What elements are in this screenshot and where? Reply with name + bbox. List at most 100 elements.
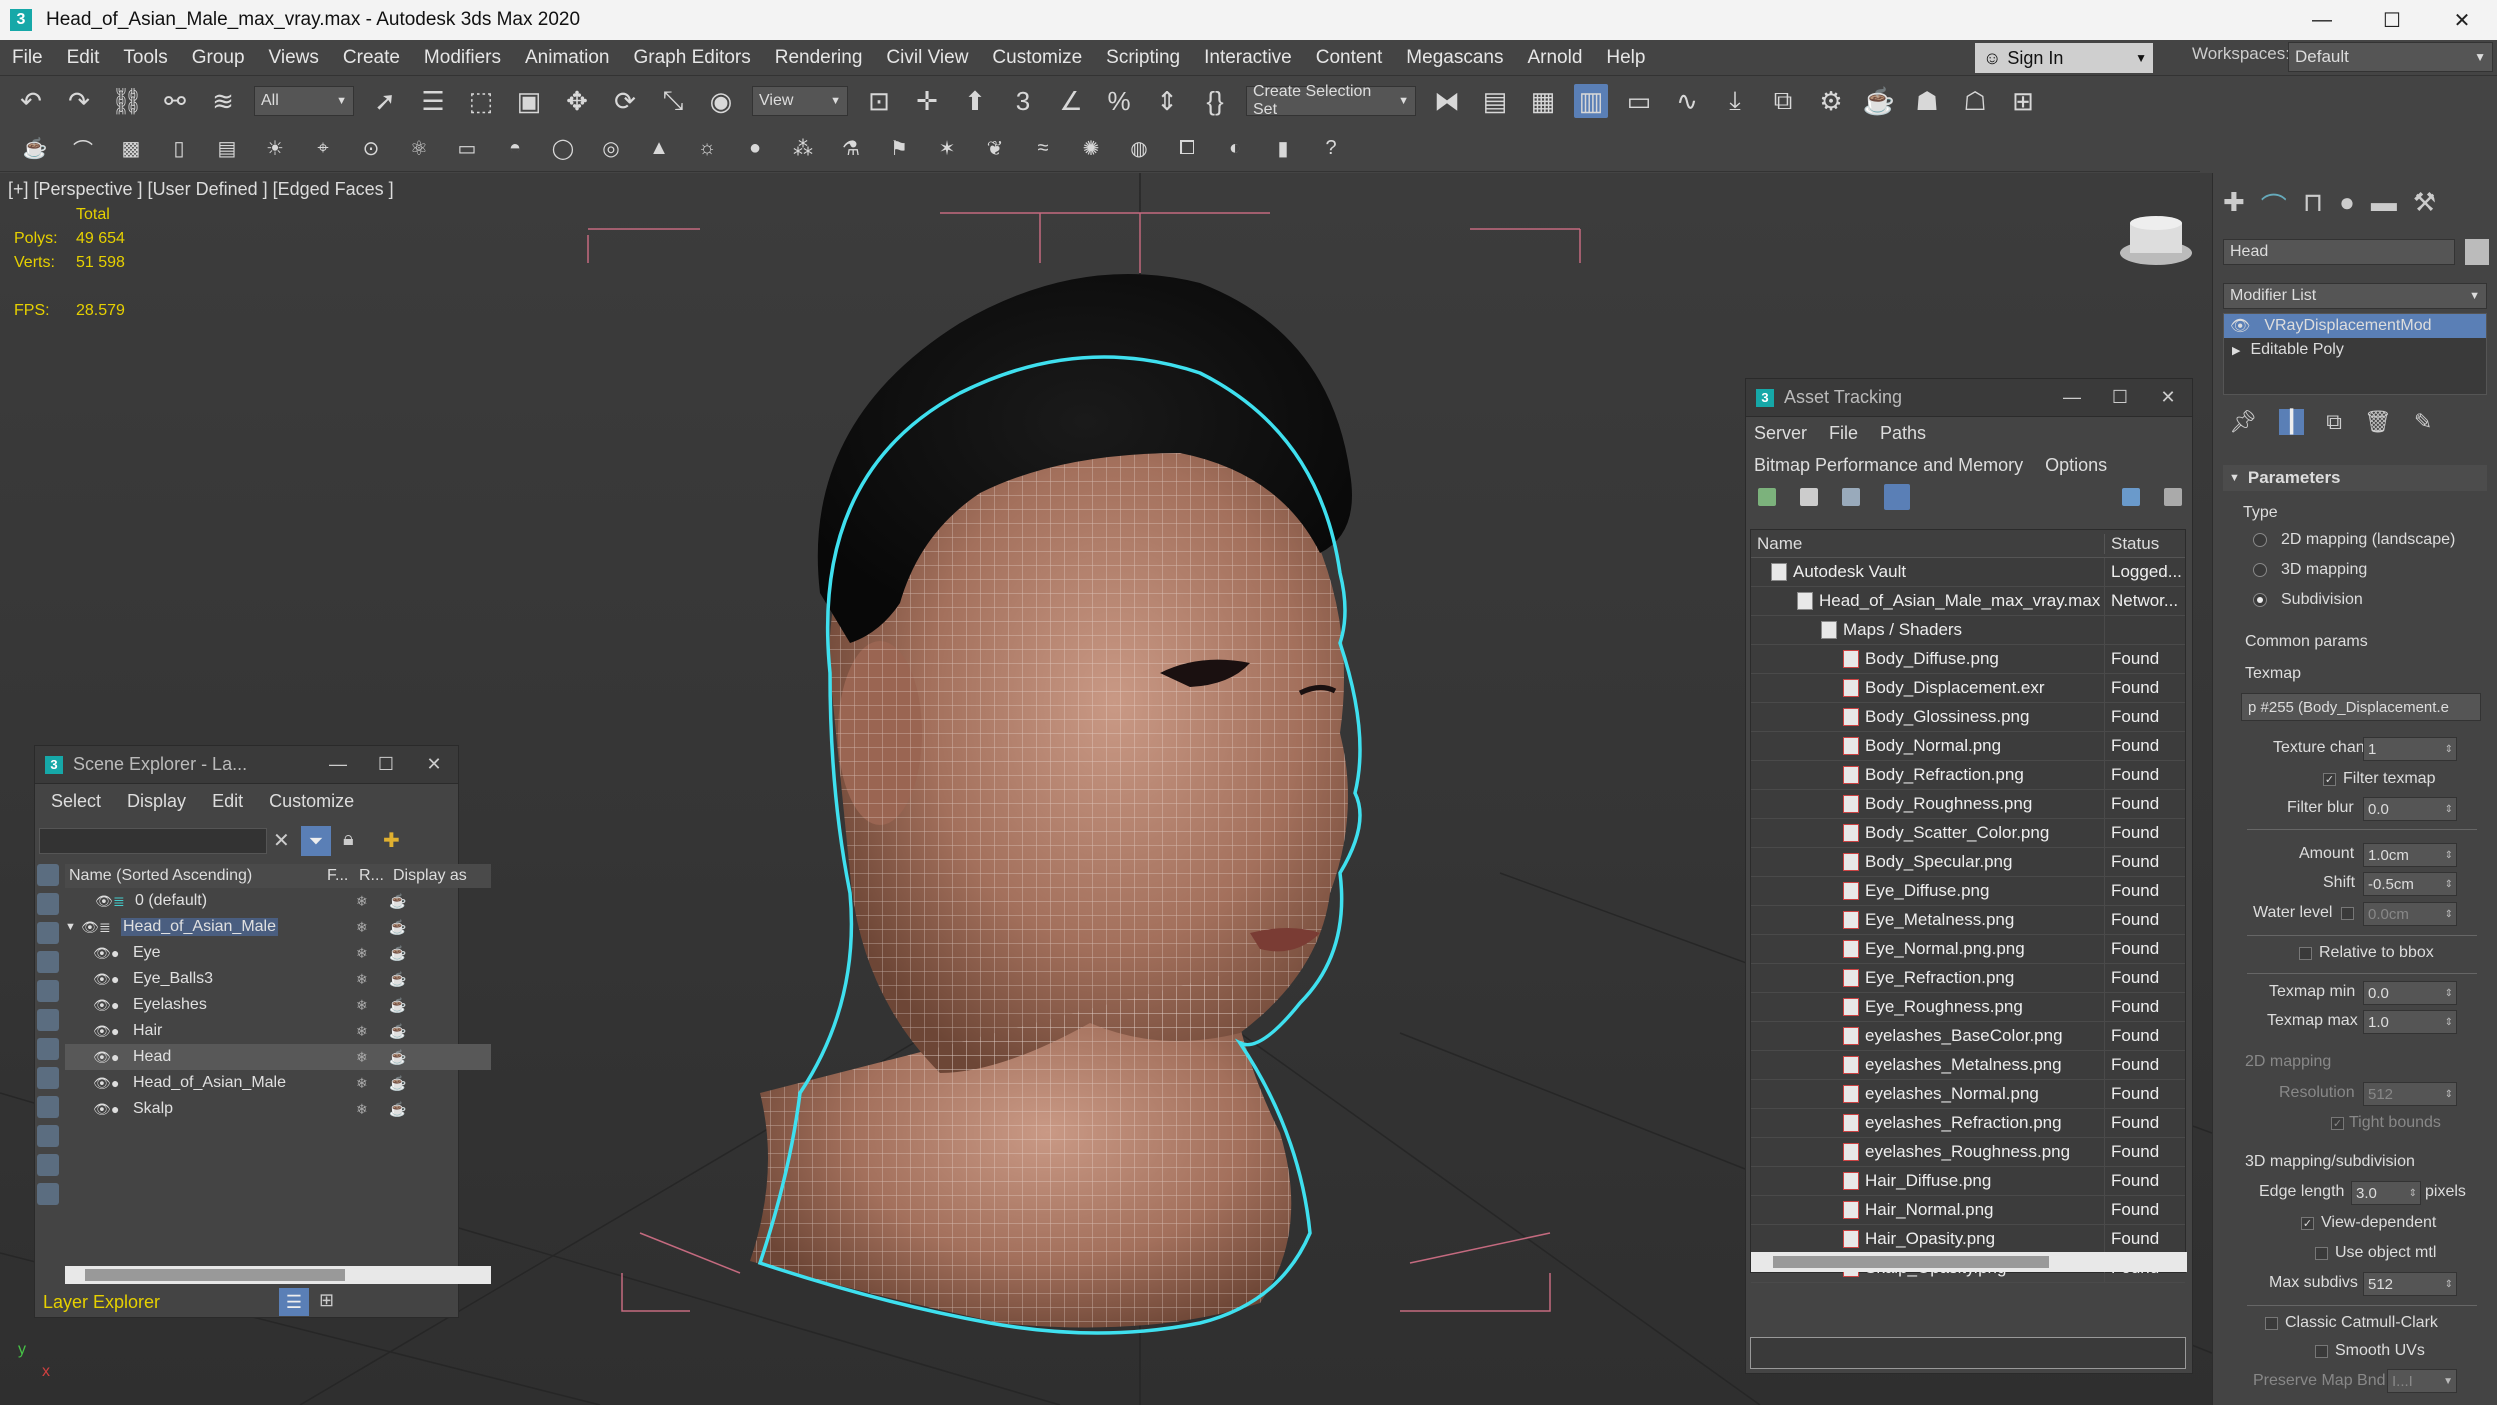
add-layer-icon[interactable]: ✚ <box>383 828 400 853</box>
asset-row[interactable]: Body_Glossiness.png Found <box>1751 702 2185 732</box>
se-menu-display[interactable]: Display <box>127 791 186 812</box>
spinner-snap-icon[interactable]: ⇕ <box>1150 84 1184 118</box>
teapot-icon[interactable]: ☕ <box>22 136 48 162</box>
scale-icon[interactable]: ⤡ <box>656 84 690 118</box>
texmap-max-spinner[interactable]: 1.0 ⇕ <box>2363 1010 2457 1034</box>
make-unique-icon[interactable]: ⧉ <box>2326 409 2342 435</box>
light-icon[interactable]: ☀ <box>262 136 288 162</box>
close-button[interactable]: ✕ <box>410 754 458 775</box>
freeze-icon[interactable]: ❄ <box>356 1075 368 1092</box>
asset-row[interactable]: eyelashes_BaseColor.png Found <box>1751 1021 2185 1051</box>
refresh-icon[interactable] <box>1758 488 1776 506</box>
minimize-button[interactable]: — <box>2048 387 2096 408</box>
menu-customize[interactable]: Customize <box>980 47 1094 69</box>
toggle-icon[interactable]: ◐ <box>1222 136 1248 162</box>
object-name-input[interactable]: Head <box>2223 239 2455 265</box>
undo-icon[interactable]: ↶ <box>14 84 48 118</box>
col-name-header[interactable]: Name <box>1751 533 2105 554</box>
visibility-eye-icon[interactable]: 👁︎ <box>93 1101 111 1118</box>
visibility-eye-icon[interactable]: 👁︎ <box>93 997 111 1014</box>
display-containers-icon[interactable] <box>37 1125 59 1147</box>
modify-tab-icon[interactable]: ⌒ <box>2261 187 2287 224</box>
texture-chan-spinner[interactable]: 1 ⇕ <box>2363 737 2457 761</box>
tree-row[interactable]: 👁︎ ● Eye_Balls3 ❄ ☕ <box>65 966 491 992</box>
tree-row[interactable]: 👁︎ ● Hair ❄ ☕ <box>65 1018 491 1044</box>
render-production-icon[interactable]: ☖ <box>1958 84 1992 118</box>
tree-row[interactable]: 👁︎ ● Head ❄ ☕ <box>65 1044 491 1070</box>
visibility-eye-icon[interactable]: 👁︎ <box>81 919 99 936</box>
asset-row[interactable]: Body_Refraction.png Found <box>1751 760 2185 790</box>
batch-icon[interactable]: ▮ <box>1270 136 1296 162</box>
menu-animation[interactable]: Animation <box>513 47 622 69</box>
particles-icon[interactable]: ⁂ <box>790 136 816 162</box>
water-level-spinner[interactable]: 0.0cm ⇕ <box>2363 902 2457 926</box>
filter-texmap-checkbox[interactable]: ✓ <box>2323 773 2336 786</box>
remove-modifier-icon[interactable]: 🗑︎ <box>2364 409 2392 435</box>
schematic-view-icon[interactable]: ⧉ <box>1766 84 1800 118</box>
fur-icon[interactable]: ✺ <box>1078 136 1104 162</box>
preserve-map-dropdown[interactable]: I...I ▼ <box>2387 1369 2457 1393</box>
texmap-button[interactable]: p #255 (Body_Displacement.e <box>2241 693 2481 721</box>
menu-group[interactable]: Group <box>180 47 257 69</box>
max-subdivs-spinner[interactable]: 512 ⇕ <box>2363 1272 2457 1296</box>
render-teapot-icon[interactable]: ☕ <box>389 1075 406 1092</box>
cylinder-icon[interactable]: ▯ <box>166 136 192 162</box>
asset-row[interactable]: Body_Diffuse.png Found <box>1751 644 2185 674</box>
geosphere-icon[interactable]: ◯ <box>550 136 576 162</box>
asset-row[interactable]: eyelashes_Refraction.png Found <box>1751 1108 2185 1138</box>
col-status-header[interactable]: Status <box>2105 534 2159 554</box>
radio-subdivision[interactable] <box>2253 593 2267 607</box>
toggle-ribbon-icon[interactable]: ▭ <box>1622 84 1656 118</box>
toggle-scene-explorer-icon[interactable]: ▦ <box>1526 84 1560 118</box>
asset-row[interactable]: eyelashes_Normal.png Found <box>1751 1079 2185 1109</box>
asset-row[interactable]: Eye_Diffuse.png Found <box>1751 876 2185 906</box>
maximize-button[interactable]: ☐ <box>2357 0 2427 40</box>
utilities-tab-icon[interactable]: ⚒ <box>2413 187 2436 224</box>
resolution-spinner[interactable]: 512 ⇕ <box>2363 1082 2457 1106</box>
asset-row[interactable]: Body_Displacement.exr Found <box>1751 673 2185 703</box>
pivot-point-icon[interactable]: ⊡ <box>862 84 896 118</box>
help-icon[interactable] <box>2122 488 2140 506</box>
menu-content[interactable]: Content <box>1304 47 1395 69</box>
shape-icon[interactable]: ⌒ <box>70 136 96 162</box>
place-icon[interactable]: ◉ <box>704 84 738 118</box>
classic-catmull-checkbox[interactable] <box>2265 1317 2278 1330</box>
tree-row[interactable]: ▼ 👁︎ ≣ Head_of_Asian_Male ❄ ☕ <box>65 914 491 940</box>
visibility-eye-icon[interactable]: 👁︎ <box>95 893 113 910</box>
freeze-icon[interactable]: ❄ <box>356 971 368 988</box>
workspaces-dropdown[interactable]: Default ▼ <box>2288 42 2493 72</box>
asset-row[interactable]: Eye_Refraction.png Found <box>1751 963 2185 993</box>
link-icon[interactable]: ⛓ <box>110 84 144 118</box>
box-icon[interactable]: ▩ <box>118 136 144 162</box>
mirror-icon[interactable]: ⧓ <box>1430 84 1464 118</box>
horizontal-scrollbar[interactable] <box>65 1266 491 1284</box>
relative-bbox-checkbox[interactable] <box>2299 947 2312 960</box>
asset-row[interactable]: Body_Scatter_Color.png Found <box>1751 818 2185 848</box>
menu-views[interactable]: Views <box>257 47 331 69</box>
render-teapot-icon[interactable]: ☕ <box>389 1101 406 1118</box>
filter-blur-spinner[interactable]: 0.0 ⇕ <box>2363 797 2457 821</box>
menu-create[interactable]: Create <box>331 47 412 69</box>
asset-row[interactable]: Eye_Normal.png.png Found <box>1751 934 2185 964</box>
shift-spinner[interactable]: -0.5cm ⇕ <box>2363 872 2457 896</box>
render-teapot-icon[interactable]: ☕ <box>389 919 406 936</box>
dope-sheet-icon[interactable]: ⤓ <box>1718 84 1752 118</box>
at-menu-bitmap-performance-and-memory[interactable]: Bitmap Performance and Memory <box>1754 455 2023 476</box>
se-menu-edit[interactable]: Edit <box>212 791 243 812</box>
sphere-icon[interactable]: ◓ <box>502 136 528 162</box>
asset-row[interactable]: Body_Normal.png Found <box>1751 731 2185 761</box>
tube-icon[interactable]: ▤ <box>214 136 240 162</box>
freeze-icon[interactable]: ❄ <box>356 945 368 962</box>
helper-icon[interactable]: ⊙ <box>358 136 384 162</box>
display-groups-icon[interactable] <box>37 1038 59 1060</box>
menu-graph-editors[interactable]: Graph Editors <box>622 47 763 69</box>
render-in-cloud-icon[interactable]: ⊞ <box>2006 84 2040 118</box>
menu-arnold[interactable]: Arnold <box>1515 47 1594 69</box>
menu-interactive[interactable]: Interactive <box>1192 47 1304 69</box>
file-icon[interactable] <box>1800 488 1818 506</box>
unlink-icon[interactable]: ⚯ <box>158 84 192 118</box>
configure-sets-icon[interactable]: ✎ <box>2414 409 2432 435</box>
chevron-right-icon[interactable]: ▶ <box>2232 344 2240 357</box>
maximize-button[interactable]: ☐ <box>2096 387 2144 408</box>
menu-file[interactable]: File <box>0 47 55 69</box>
